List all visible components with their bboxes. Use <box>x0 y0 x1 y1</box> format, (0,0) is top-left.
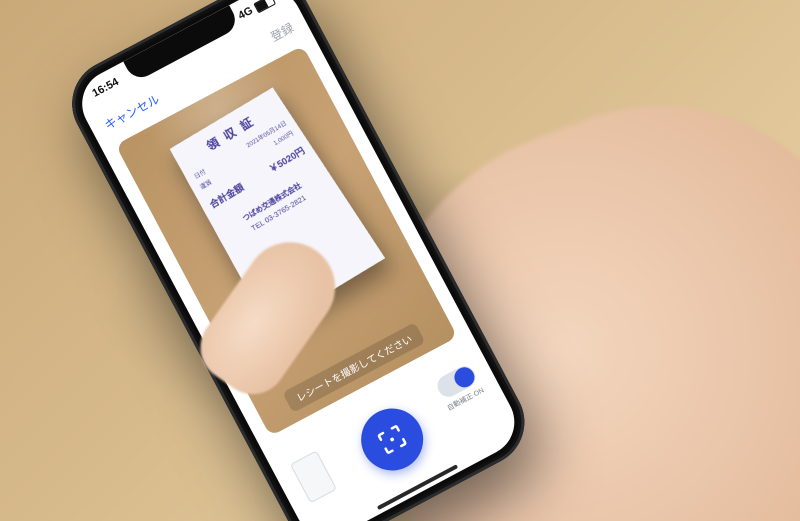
status-network: 4G <box>236 5 255 22</box>
shutter-button[interactable] <box>350 398 434 482</box>
status-right: 4G <box>236 0 276 22</box>
receipt-fare-label: 運賃 <box>198 177 213 191</box>
battery-icon <box>253 0 276 13</box>
autocrop-control: 自動補正 ON <box>433 362 486 413</box>
status-time: 16:54 <box>90 76 120 100</box>
scene: 16:54 4G キャンセル 登録 領 収 証 <box>0 0 800 521</box>
thumbnail-slot[interactable] <box>290 450 337 503</box>
register-button[interactable]: 登録 <box>267 18 296 44</box>
toggle-knob <box>451 364 478 391</box>
scan-frame-icon <box>372 419 413 460</box>
receipt-phone-label: TEL <box>250 220 265 234</box>
